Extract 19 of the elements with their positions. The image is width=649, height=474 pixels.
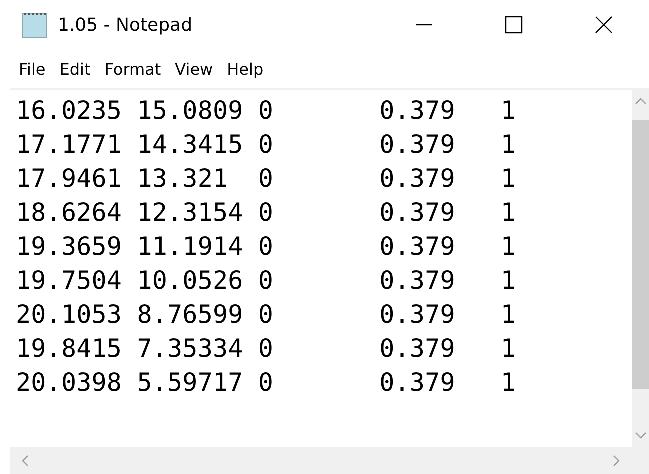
- text-line: 19.8415 7.35334 0 0.379 1: [16, 333, 517, 365]
- menu-item[interactable]: View: [168, 60, 220, 78]
- window-title: 1.05 - Notepad: [58, 14, 194, 36]
- menu-item[interactable]: Format: [98, 60, 168, 78]
- text-line: 18.6264 12.3154 0 0.379 1: [16, 197, 517, 229]
- menu-item[interactable]: Edit: [52, 60, 98, 78]
- notepad-icon: [20, 10, 50, 40]
- text-line: 19.7504 10.0526 0 0.379 1: [16, 265, 517, 297]
- menu-item[interactable]: Help: [220, 60, 271, 78]
- close-icon[interactable]: [594, 15, 614, 35]
- text-line: 17.1771 14.3415 0 0.379 1: [16, 129, 517, 161]
- text-line: 20.0398 5.59717 0 0.379 1: [16, 367, 517, 399]
- maximize-icon[interactable]: [504, 15, 524, 35]
- scrollbar-thumb[interactable]: [632, 120, 649, 389]
- text-line: 19.3659 11.1914 0 0.379 1: [16, 231, 517, 263]
- menu-item[interactable]: File: [12, 60, 53, 78]
- text-line: 20.1053 8.76599 0 0.379 1: [16, 299, 517, 331]
- text-line: 16.0235 15.0809 0 0.379 1: [16, 95, 517, 127]
- text-line: 17.9461 13.321 0 0.379 1: [16, 163, 517, 195]
